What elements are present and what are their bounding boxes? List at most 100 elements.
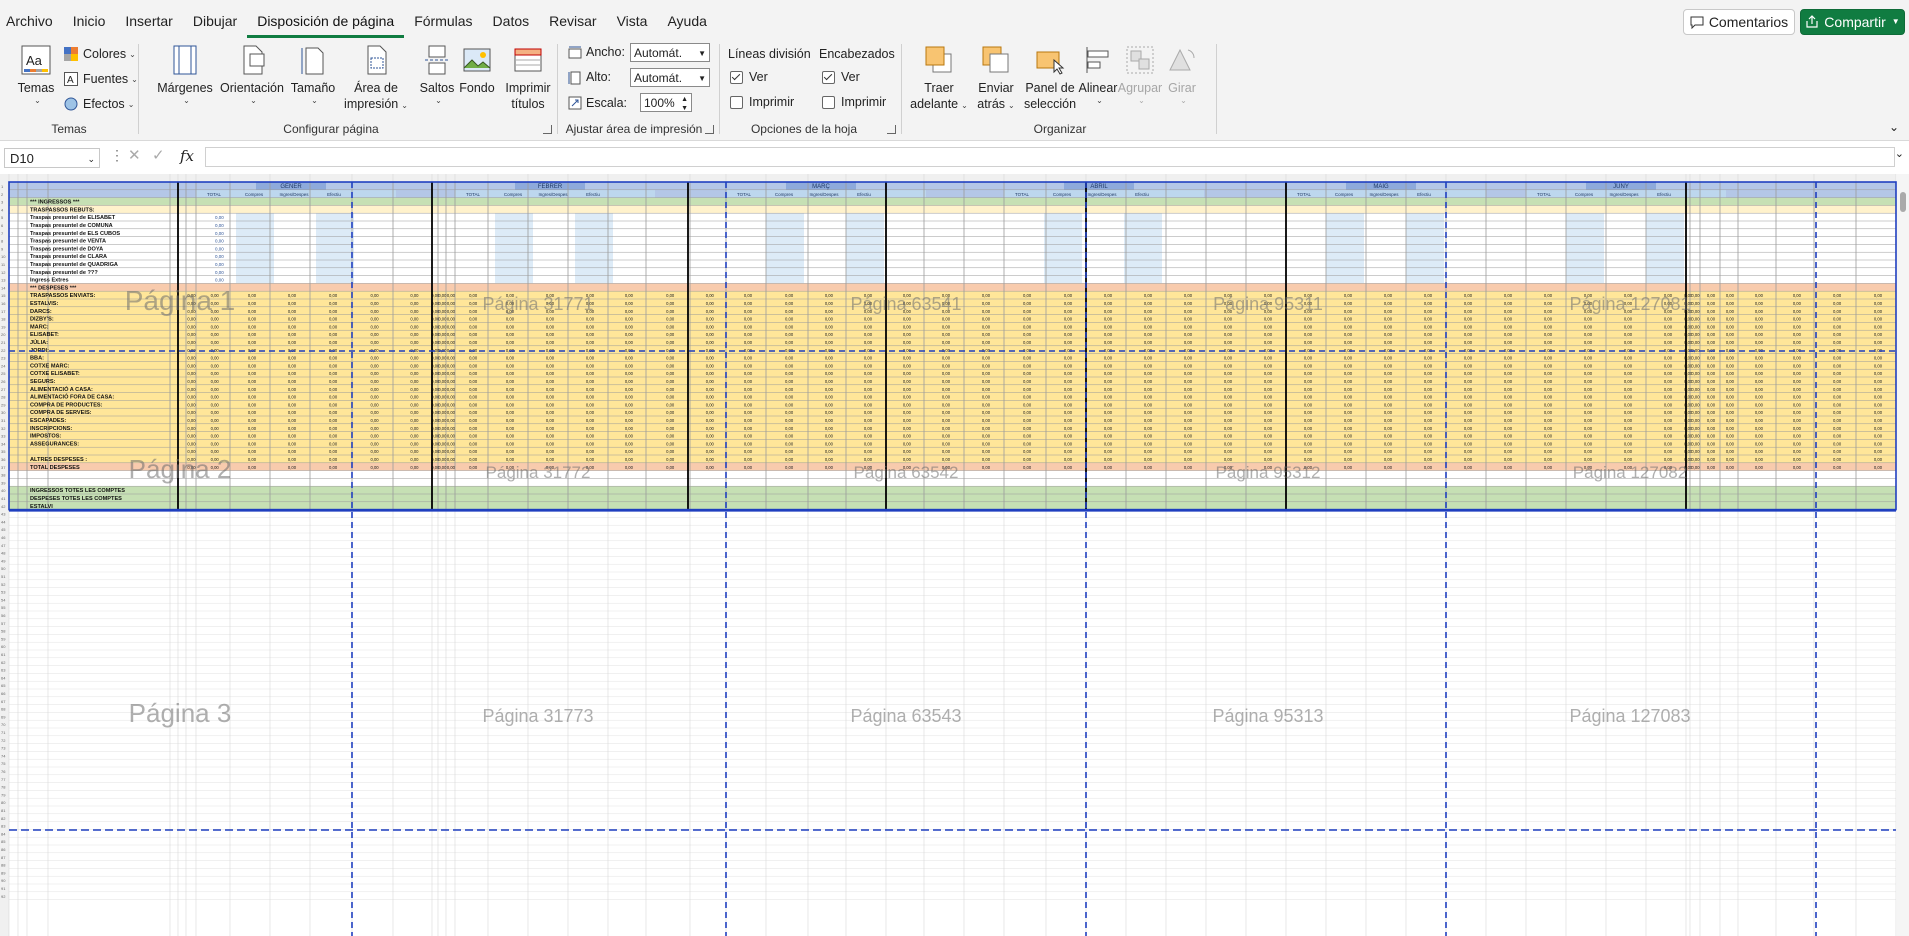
chevron-down-icon[interactable]: ▼ [1892, 10, 1900, 34]
fondo-button[interactable]: Fondo [452, 44, 502, 96]
row-label: *** DESPESES *** [30, 285, 77, 291]
cell-value: 0,00 [1833, 309, 1842, 314]
vertical-scrollbar[interactable] [1897, 174, 1909, 936]
tab-archivo[interactable]: Archivo [0, 13, 63, 35]
cell-value: 0,00 [625, 317, 634, 322]
enviar-atras-button[interactable]: Enviar atrás ⌄ [970, 44, 1022, 114]
row-number: 81 [1, 808, 6, 813]
ancho-select[interactable]: Automát. ▼ [630, 43, 710, 62]
cell-value: 0,00 [1874, 457, 1883, 462]
alto-select[interactable]: Automát. ▼ [630, 68, 710, 87]
more-options-icon[interactable]: ⋮ [110, 147, 124, 164]
cell-value: 0,00 [1224, 379, 1233, 384]
cell-value: 0,00 [288, 457, 297, 462]
scroll-thumb[interactable] [1900, 192, 1906, 212]
tab-insertar[interactable]: Insertar [115, 13, 182, 35]
formula-input[interactable] [205, 147, 1895, 167]
alinear-button[interactable]: Alinear ⌄ [1074, 44, 1122, 105]
insert-function-icon[interactable]: fx [180, 147, 194, 165]
cell-value: 0,00 [1064, 395, 1073, 400]
cancel-icon[interactable]: ✕ [128, 146, 141, 164]
colores-button[interactable]: Colores ⌄ [64, 44, 136, 64]
fuentes-button[interactable]: A Fuentes ⌄ [64, 69, 138, 89]
cell-value: 0,00 [1755, 324, 1764, 329]
cell-value: 0,00 [1874, 309, 1883, 314]
efectos-button[interactable]: Efectos ⌄ [64, 94, 134, 114]
expand-formula-icon[interactable]: ⌄ [1895, 147, 1904, 160]
tab-ayuda[interactable]: Ayuda [657, 13, 716, 35]
share-button[interactable]: Compartir ▼ [1800, 9, 1905, 35]
cell-value: 0,00 [1064, 324, 1073, 329]
cell-value: 0,00 [942, 332, 951, 337]
cell-value: 0,00 [785, 317, 794, 322]
encabezados-ver-checkbox[interactable]: Ver [822, 67, 860, 87]
cell-value: 0,00 [1504, 395, 1513, 400]
cell-value: 0,00 [288, 324, 297, 329]
tab-datos[interactable]: Datos [483, 13, 540, 35]
cell-value: 0,00 [329, 348, 338, 353]
dialog-launcher-icon[interactable] [543, 125, 552, 134]
comments-button[interactable]: Comentarios [1683, 9, 1795, 35]
cell-value: 0,00 [1264, 418, 1273, 423]
cell-value: 0,00 [410, 402, 419, 407]
cell-value: 0,00 [370, 457, 379, 462]
cell-value: 0,00 [1023, 348, 1032, 353]
cell-value: 0,00 [1691, 379, 1700, 384]
collapse-ribbon-icon[interactable]: ⌄ [1889, 120, 1899, 134]
cell-value: 0,00 [546, 340, 555, 345]
margenes-button[interactable]: Márgenes ⌄ [157, 44, 213, 105]
lineas-imprimir-checkbox[interactable]: Imprimir [730, 92, 794, 112]
tab-disposición-de-página[interactable]: Disposición de página [247, 13, 405, 38]
row-number: 43 [1, 512, 6, 517]
panel-seleccion-button[interactable]: Panel de selección [1020, 44, 1080, 112]
row-label: ALIMENTACIÓ A CASA: [30, 385, 93, 393]
imprimir-titulos-button[interactable]: Imprimir títulos [500, 44, 556, 112]
cell-value: 0,00 [546, 457, 555, 462]
cell-value: 0,00 [825, 332, 834, 337]
cell-value: 0,00 [215, 254, 224, 259]
cell-value: 0,00 [864, 449, 873, 454]
cell-value: 0,00 [1584, 324, 1593, 329]
name-box[interactable]: D10 ⌄ [4, 148, 100, 168]
spin-arrows-icon[interactable]: ▲ ▼ [681, 95, 688, 113]
enter-icon[interactable]: ✓ [152, 146, 165, 164]
tab-dibujar[interactable]: Dibujar [183, 13, 247, 35]
lineas-ver-checkbox[interactable]: Ver [730, 67, 768, 87]
area-impresion-button[interactable]: Área de impresión ⌄ [344, 44, 408, 114]
sub-header-label: TOTAL [1015, 192, 1030, 197]
cell-value: 0,00 [1424, 465, 1433, 470]
tab-inicio[interactable]: Inicio [63, 13, 116, 35]
cell-value: 0,00 [329, 434, 338, 439]
tab-fórmulas[interactable]: Fórmulas [404, 13, 482, 35]
tab-vista[interactable]: Vista [607, 13, 658, 35]
cell-value: 0,00 [666, 387, 675, 392]
encabezados-imprimir-checkbox[interactable]: Imprimir [822, 92, 886, 112]
opciones-group-label: Opciones de la hoja [750, 122, 858, 136]
cell-value: 0,00 [1874, 340, 1883, 345]
cell-value: 0,00 [1504, 356, 1513, 361]
cell-value: 0,00 [329, 418, 338, 423]
girar-button[interactable]: Girar ⌄ [1160, 44, 1204, 105]
sub-header-label: TOTAL [207, 192, 222, 197]
cell-value: 0,00 [1104, 332, 1113, 337]
cell-value: 0,00 [215, 246, 224, 251]
page-watermark: Página 2 [129, 454, 232, 484]
cell-value: 0,00 [1023, 379, 1032, 384]
escala-spinner[interactable]: 100% ▲ ▼ [640, 93, 692, 112]
cell-value: 0,00 [666, 426, 675, 431]
cell-value: 0,00 [625, 301, 634, 306]
cell-value: 0,00 [744, 449, 753, 454]
worksheet-grid[interactable]: GENER TOTAL Compres Ingres/Despes Efectiu FEB… [0, 174, 1909, 936]
dialog-launcher-icon[interactable] [705, 125, 714, 134]
temas-button[interactable]: Aa Temas ⌄ [16, 44, 56, 105]
row-label: DARCS: [30, 309, 52, 315]
dialog-launcher-icon[interactable] [887, 125, 896, 134]
tab-revisar[interactable]: Revisar [539, 13, 606, 35]
orientacion-button[interactable]: Orientación ⌄ [220, 44, 284, 105]
cell-value: 0,00 [447, 410, 456, 415]
tamano-button[interactable]: Tamaño ⌄ [290, 44, 336, 105]
agrupar-button[interactable]: Agrupar ⌄ [1116, 44, 1164, 105]
chevron-down-icon[interactable]: ⌄ [87, 149, 95, 169]
traer-adelante-button[interactable]: Traer adelante ⌄ [910, 44, 968, 114]
cell-value: 0,00 [447, 309, 456, 314]
